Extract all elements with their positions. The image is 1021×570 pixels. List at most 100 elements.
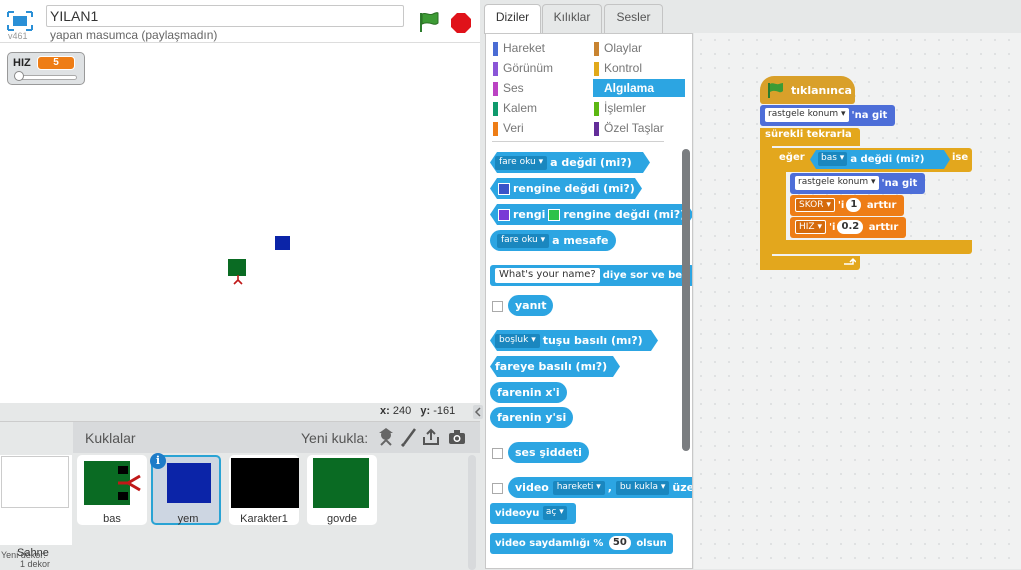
tab-diziler[interactable]: Diziler xyxy=(484,4,541,34)
project-title-input[interactable] xyxy=(46,5,404,27)
block-dropdown[interactable]: fare oku xyxy=(497,234,550,248)
block-text: rengine değdi (mi?) xyxy=(563,208,686,221)
block-video-transparency[interactable]: video saydamlığı % 50 olsun xyxy=(490,533,673,554)
category-ozel-taslar[interactable]: Özel Taşlar xyxy=(593,119,685,137)
category-swatch xyxy=(493,102,498,116)
block-dropdown[interactable]: aç xyxy=(542,506,567,520)
new-backdrop-label: Yeni dekor: xyxy=(1,550,46,560)
block-text: video xyxy=(515,481,549,494)
block-video-motion[interactable]: video hareketi, bu kuklaüze xyxy=(508,477,692,498)
block-change-skor[interactable]: SKOR'i1 arttır xyxy=(790,195,905,216)
block-touching-color[interactable]: rengine değdi (mi?) xyxy=(490,178,642,199)
block-color-touching-color[interactable]: rengi rengine değdi (mi?) xyxy=(490,204,693,225)
tab-sesler[interactable]: Sesler xyxy=(604,4,663,33)
category-kontrol[interactable]: Kontrol xyxy=(593,59,685,77)
if-bottom xyxy=(772,240,972,254)
palette-scrollbar[interactable] xyxy=(682,149,690,451)
number-input[interactable]: 0.2 xyxy=(837,220,864,234)
block-dropdown[interactable]: SKOR xyxy=(795,198,835,212)
sprite-bas-on-stage[interactable] xyxy=(228,259,246,276)
tab-kiliklar[interactable]: Kılıklar xyxy=(542,4,602,33)
sprite-thumbnail-karakter1 xyxy=(231,458,299,508)
block-dropdown[interactable]: fare oku xyxy=(495,156,547,170)
coord-x-label: x: xyxy=(380,405,390,417)
category-islemler[interactable]: İşlemler xyxy=(593,99,685,117)
block-text: a değdi (mi?) xyxy=(550,156,632,169)
color-swatch[interactable] xyxy=(548,209,560,221)
monitor-slider-track[interactable] xyxy=(15,75,77,80)
block-when-flag-clicked[interactable]: tıklanınca xyxy=(760,76,855,104)
category-gorunum[interactable]: Görünüm xyxy=(492,59,584,77)
block-dropdown[interactable]: boşluk xyxy=(495,334,540,348)
block-mouse-y[interactable]: farenin y'si xyxy=(490,407,574,428)
block-answer[interactable]: yanıt xyxy=(508,295,554,316)
version-label: v461 xyxy=(8,31,28,41)
block-dropdown[interactable]: HIZ xyxy=(795,220,826,234)
block-dropdown[interactable]: bas xyxy=(818,152,847,166)
block-key-pressed[interactable]: boşluktuşu basılı (mı?) xyxy=(490,330,658,351)
block-dropdown[interactable]: bu kukla xyxy=(615,481,670,495)
block-ask[interactable]: What's your name? diye sor ve bek xyxy=(490,265,692,286)
answer-checkbox[interactable] xyxy=(492,301,503,312)
sprite-card-bas[interactable]: bas xyxy=(77,455,147,525)
category-algilama[interactable]: Algılama xyxy=(593,79,685,97)
collapse-arrow-icon[interactable] xyxy=(473,405,483,419)
block-dropdown[interactable]: rastgele konum xyxy=(795,176,879,190)
category-swatch xyxy=(594,102,599,116)
loudness-checkbox[interactable] xyxy=(492,448,503,459)
upload-icon[interactable] xyxy=(421,427,441,447)
sprite-pane: Sahne 1 dekor Yeni dekor: Kuklalar Yeni … xyxy=(0,421,480,570)
block-dropdown[interactable]: hareketi xyxy=(552,481,605,495)
sprite-yem-on-stage[interactable] xyxy=(275,236,290,250)
block-text: 'i xyxy=(837,200,845,211)
category-swatch xyxy=(493,122,498,136)
block-change-hiz[interactable]: HIZ'i0.2 arttır xyxy=(790,217,907,238)
category-swatch xyxy=(594,82,599,96)
category-veri[interactable]: Veri xyxy=(492,119,584,137)
block-goto-random[interactable]: rastgele konum'na git xyxy=(760,105,896,126)
block-text: video saydamlığı % xyxy=(495,538,604,549)
number-input[interactable]: 50 xyxy=(608,536,631,550)
sprite-list-scrollbar[interactable] xyxy=(468,455,476,570)
color-swatch[interactable] xyxy=(498,209,510,221)
monitor-slider-knob[interactable] xyxy=(14,71,24,81)
snake-tongue-icon xyxy=(233,275,243,285)
video-motion-checkbox[interactable] xyxy=(492,483,503,494)
block-mouse-x[interactable]: farenin x'i xyxy=(490,382,567,403)
sprite-name: Karakter1 xyxy=(240,513,288,525)
color-swatch[interactable] xyxy=(498,183,510,195)
block-text: 'na git xyxy=(881,178,918,189)
category-hareket[interactable]: Hareket xyxy=(492,39,584,57)
info-icon[interactable]: i xyxy=(150,453,166,469)
block-touching[interactable]: fare okua değdi (mi?) xyxy=(490,152,650,173)
stage-selector[interactable]: Sahne 1 dekor xyxy=(0,455,72,569)
number-input[interactable]: 1 xyxy=(846,198,862,212)
coord-y-value: -161 xyxy=(433,405,456,417)
paintbrush-icon[interactable] xyxy=(399,427,419,447)
category-ses[interactable]: Ses xyxy=(492,79,584,97)
fullscreen-icon[interactable] xyxy=(6,10,34,32)
block-goto-random-2[interactable]: rastgele konum'na git xyxy=(790,173,926,194)
character-icon[interactable] xyxy=(376,427,396,447)
stop-icon[interactable] xyxy=(450,12,472,34)
sprite-card-karakter1[interactable]: Karakter1 xyxy=(229,455,299,525)
block-distance[interactable]: fare okua mesafe xyxy=(490,230,616,251)
camera-icon[interactable] xyxy=(447,427,467,447)
block-mouse-down[interactable]: fareye basılı (mı?) xyxy=(490,356,620,377)
block-touching-condition[interactable]: basa değdi (mi?) xyxy=(810,150,950,169)
green-flag-icon[interactable] xyxy=(417,10,441,34)
block-text: a mesafe xyxy=(552,234,609,247)
block-dropdown[interactable]: rastgele konum xyxy=(765,108,849,122)
block-video-toggle[interactable]: videoyu aç xyxy=(490,503,576,524)
category-kalem[interactable]: Kalem xyxy=(492,99,584,117)
stage[interactable]: HIZ 5 xyxy=(0,42,480,403)
variable-monitor-hiz: HIZ 5 xyxy=(7,52,85,85)
ask-text-input[interactable]: What's your name? xyxy=(495,267,600,283)
category-swatch xyxy=(493,62,498,76)
category-swatch xyxy=(594,42,599,56)
block-loudness[interactable]: ses şiddeti xyxy=(508,442,589,463)
coord-y-label: y: xyxy=(420,405,431,417)
sprite-card-govde[interactable]: govde xyxy=(307,455,377,525)
sprite-card-yem[interactable]: i yem xyxy=(150,453,221,525)
category-olaylar[interactable]: Olaylar xyxy=(593,39,685,57)
